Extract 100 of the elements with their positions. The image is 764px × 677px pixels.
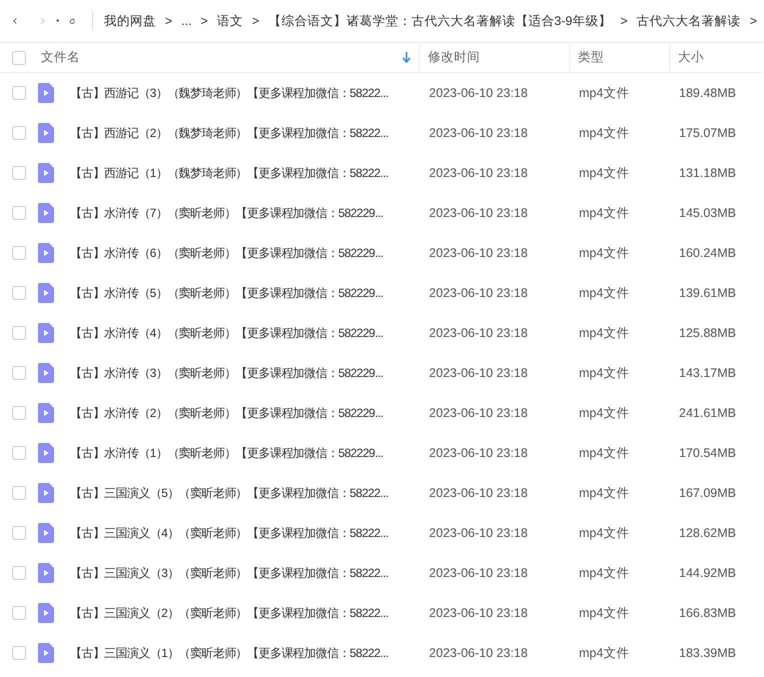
file-type: mp4文件: [579, 206, 630, 220]
video-file-icon: [38, 443, 54, 463]
modified-time: 2023-06-10 23:18: [429, 326, 528, 340]
file-type: mp4文件: [579, 126, 630, 140]
file-type: mp4文件: [579, 406, 630, 420]
video-file-icon: [38, 643, 54, 663]
checkbox[interactable]: [12, 246, 26, 260]
file-type: mp4文件: [579, 326, 630, 340]
file-type: mp4文件: [579, 526, 630, 540]
video-file-icon: [38, 203, 54, 223]
checkbox[interactable]: [12, 566, 26, 580]
file-size: 167.09MB: [679, 486, 736, 500]
file-name[interactable]: 【古】水浒传（3）（窦昕老师）【更多课程加微信：582229...: [70, 366, 383, 380]
checkbox[interactable]: [12, 486, 26, 500]
dropdown-caret-icon[interactable]: [56, 18, 60, 24]
modified-time: 2023-06-10 23:18: [429, 606, 528, 620]
modified-time: 2023-06-10 23:18: [429, 566, 528, 580]
file-type: mp4文件: [579, 646, 630, 660]
breadcrumb-link[interactable]: 我的网盘: [104, 12, 156, 30]
file-name[interactable]: 【古】水浒传（2）（窦昕老师）【更多课程加微信：582229...: [70, 406, 383, 420]
file-size: 241.61MB: [679, 406, 736, 420]
file-name[interactable]: 【古】三国演义（4）（窦昕老师）【更多课程加微信：58222...: [70, 526, 388, 540]
file-name[interactable]: 【古】西游记（2）（魏梦琦老师）【更多课程加微信：58222...: [70, 126, 388, 140]
file-name[interactable]: 【古】三国演义（3）（窦昕老师）【更多课程加微信：58222...: [70, 566, 388, 580]
file-type: mp4文件: [579, 366, 630, 380]
checkbox[interactable]: [12, 166, 26, 180]
checkbox[interactable]: [12, 126, 26, 140]
checkbox[interactable]: [12, 50, 26, 64]
file-name[interactable]: 【古】三国演义（1）（窦昕老师）【更多课程加微信：58222...: [70, 646, 388, 660]
video-file-icon: [38, 403, 54, 423]
file-type: mp4文件: [579, 446, 630, 460]
breadcrumb-separator: >: [620, 12, 628, 30]
video-file-icon: [38, 603, 54, 623]
file-type: mp4文件: [579, 166, 630, 180]
checkbox[interactable]: [12, 526, 26, 540]
file-type: mp4文件: [579, 566, 630, 580]
file-size: 145.03MB: [679, 206, 736, 220]
file-type: mp4文件: [579, 286, 630, 300]
column-header[interactable]: 类型: [570, 43, 670, 72]
checkbox[interactable]: [12, 206, 26, 220]
file-name[interactable]: 【古】水浒传（6）（窦昕老师）【更多课程加微信：582229...: [70, 246, 383, 260]
video-file-icon: [38, 483, 54, 503]
file-size: 175.07MB: [679, 126, 736, 140]
modified-time: 2023-06-10 23:18: [429, 406, 528, 420]
checkbox[interactable]: [12, 366, 26, 380]
breadcrumb-link[interactable]: ...: [181, 12, 192, 30]
video-file-icon: [38, 243, 54, 263]
modified-time: 2023-06-10 23:18: [429, 286, 528, 300]
modified-time: 2023-06-10 23:18: [429, 166, 528, 180]
breadcrumb-link[interactable]: 古代六大名著解读: [636, 12, 741, 30]
file-size: 189.48MB: [679, 86, 736, 100]
modified-time: 2023-06-10 23:18: [429, 126, 528, 140]
breadcrumb-link[interactable]: 【综合语文】诸葛学堂：古代六大名著解读【适合3-9年级】: [268, 12, 612, 30]
video-file-icon: [38, 163, 54, 183]
modified-time: 2023-06-10 23:18: [429, 446, 528, 460]
column-header[interactable]: 修改时间: [420, 43, 570, 72]
file-name[interactable]: 【古】三国演义（5）（窦昕老师）【更多课程加微信：58222...: [70, 486, 388, 500]
modified-time: 2023-06-10 23:18: [429, 526, 528, 540]
modified-time: 2023-06-10 23:18: [429, 206, 528, 220]
video-file-icon: [38, 523, 54, 543]
video-file-icon: [38, 563, 54, 583]
file-name[interactable]: 【古】水浒传（4）（窦昕老师）【更多课程加微信：582229...: [70, 326, 383, 340]
file-type: mp4文件: [579, 606, 630, 620]
breadcrumb-separator: >: [200, 12, 208, 30]
checkbox[interactable]: [12, 446, 26, 460]
file-name[interactable]: 【古】西游记（1）（魏梦琦老师）【更多课程加微信：58222...: [70, 166, 388, 180]
sort-down-icon[interactable]: [402, 52, 411, 63]
checkbox[interactable]: [12, 406, 26, 420]
file-size: 166.83MB: [679, 606, 736, 620]
modified-time: 2023-06-10 23:18: [429, 246, 528, 260]
checkbox[interactable]: [12, 646, 26, 660]
file-size: 170.54MB: [679, 446, 736, 460]
video-file-icon: [38, 283, 54, 303]
video-file-icon: [38, 363, 54, 383]
modified-time: 2023-06-10 23:18: [429, 366, 528, 380]
checkbox[interactable]: [12, 86, 26, 100]
modified-time: 2023-06-10 23:18: [429, 646, 528, 660]
file-size: 160.24MB: [679, 246, 736, 260]
file-name[interactable]: 【古】西游记（3）（魏梦琦老师）【更多课程加微信：58222...: [70, 86, 388, 100]
video-file-icon: [38, 323, 54, 343]
file-size: 143.17MB: [679, 366, 736, 380]
modified-time: 2023-06-10 23:18: [429, 86, 528, 100]
file-size: 128.62MB: [679, 526, 736, 540]
file-name[interactable]: 【古】水浒传（5）（窦昕老师）【更多课程加微信：582229...: [70, 286, 383, 300]
file-size: 183.39MB: [679, 646, 736, 660]
file-type: mp4文件: [579, 86, 630, 100]
video-file-icon: [38, 83, 54, 103]
breadcrumb-link[interactable]: 语文: [216, 12, 243, 30]
file-name[interactable]: 【古】三国演义（2）（窦昕老师）【更多课程加微信：58222...: [70, 606, 388, 620]
file-size: 144.92MB: [679, 566, 736, 580]
file-name[interactable]: 【古】水浒传（1）（窦昕老师）【更多课程加微信：582229...: [70, 446, 383, 460]
checkbox[interactable]: [12, 286, 26, 300]
checkbox[interactable]: [12, 606, 26, 620]
column-header[interactable]: 文件名: [30, 43, 420, 72]
file-size: 139.61MB: [679, 286, 736, 300]
file-size: 125.88MB: [679, 326, 736, 340]
checkbox[interactable]: [12, 326, 26, 340]
file-name[interactable]: 【古】水浒传（7）（窦昕老师）【更多课程加微信：582229...: [70, 206, 383, 220]
breadcrumb-separator: >: [252, 12, 260, 30]
column-header[interactable]: 大小: [670, 43, 762, 72]
